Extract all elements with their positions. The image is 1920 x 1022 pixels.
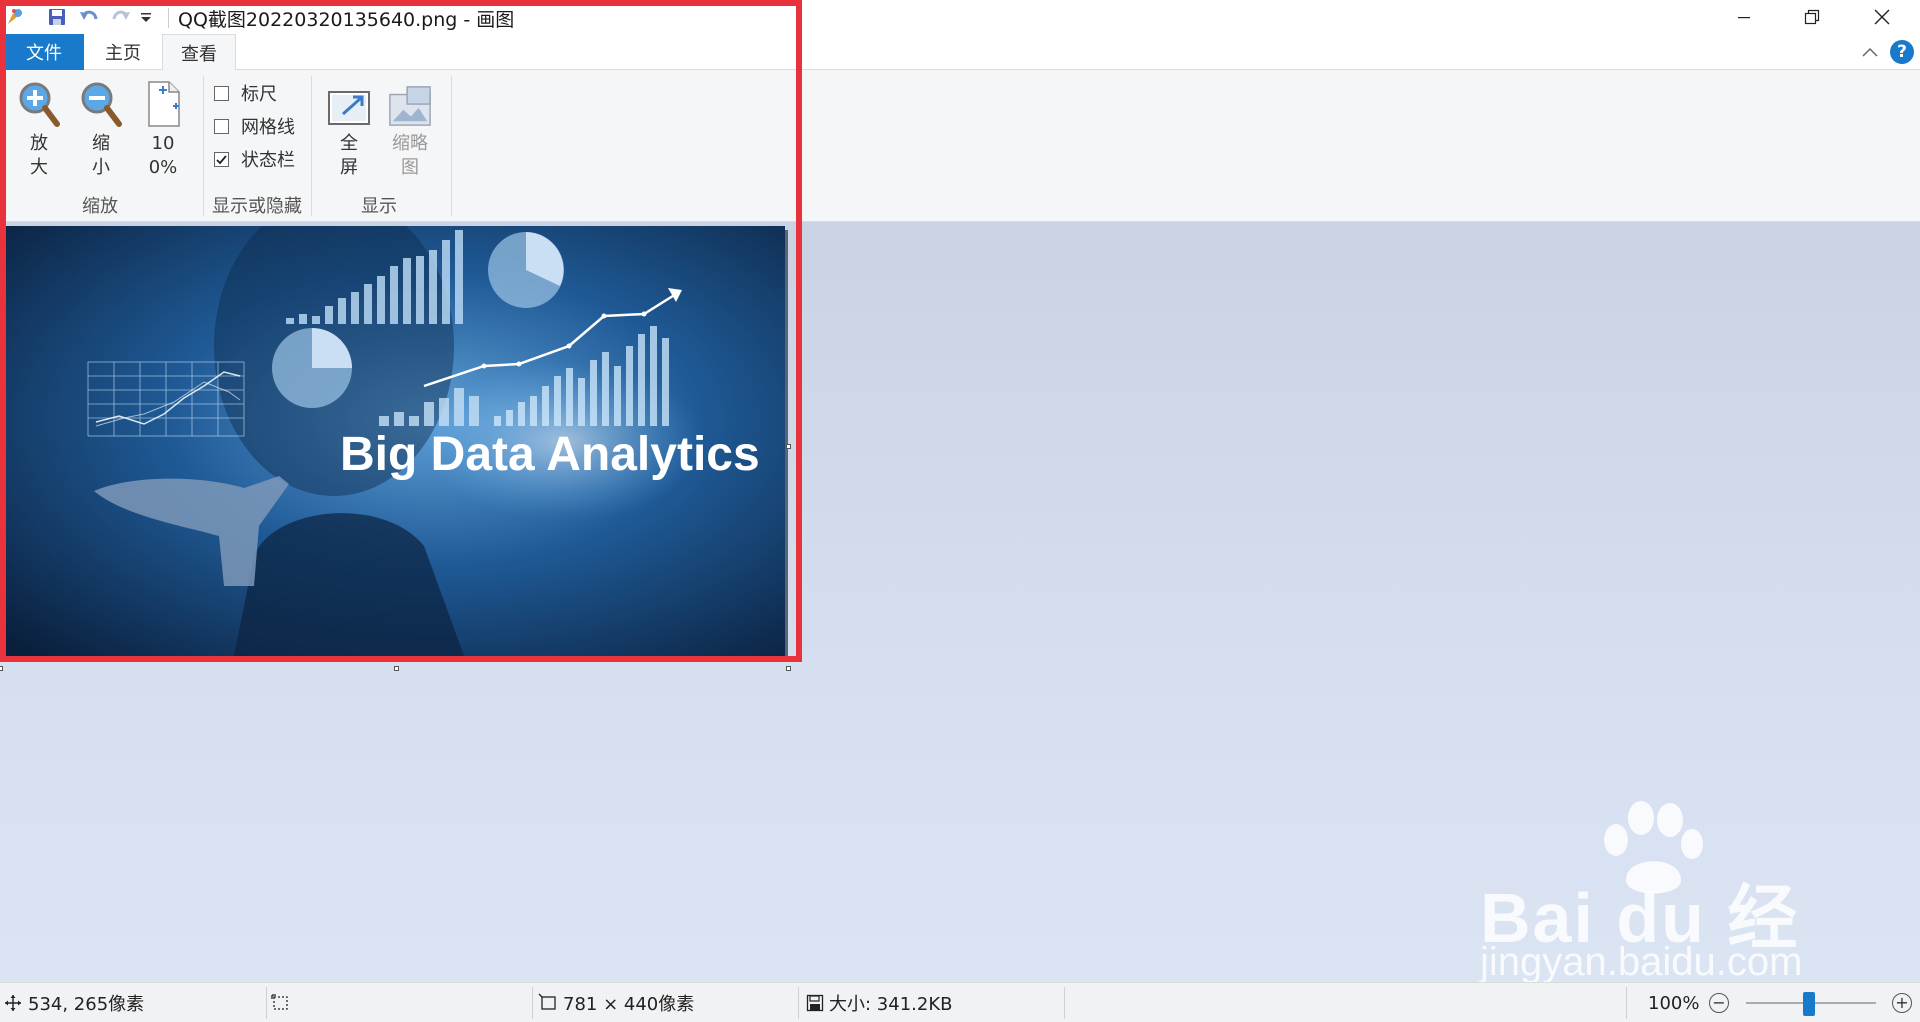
file-size-text: 大小: 341.2KB [829, 994, 953, 1015]
redo-icon[interactable] [108, 5, 134, 29]
zoom-in-button[interactable]: 放大 [12, 78, 66, 188]
ribbon-tabs: 文件 主页 查看 ? [0, 34, 1920, 71]
image-dimensions-text: 781 × 440像素 [563, 994, 695, 1015]
big-data-image: Big Data Analytics [4, 226, 785, 656]
statusbar-label: 状态栏 [241, 150, 295, 171]
window-title: QQ截图20220320135640.png - 画图 [178, 9, 515, 31]
cursor-position: 534, 265像素 [4, 983, 144, 1022]
resize-handle-corner[interactable] [786, 666, 791, 671]
title-bar: QQ截图20220320135640.png - 画图 [0, 0, 1920, 34]
display-group-label: 显示 [361, 196, 397, 217]
tab-file[interactable]: 文件 [4, 34, 84, 70]
zoom-in-label: 放大 [30, 133, 48, 178]
statusbar-checkbox-row[interactable]: 状态栏 [214, 146, 295, 172]
fullscreen-button[interactable]: 全屏 [322, 78, 376, 188]
zoom-out-label: 缩小 [92, 133, 110, 178]
zoom-100-label: 100% [148, 133, 178, 178]
collapse-ribbon-icon[interactable] [1858, 40, 1882, 64]
status-separator [532, 987, 533, 1019]
ruler-checkbox[interactable] [214, 85, 229, 101]
group-separator [451, 76, 452, 216]
checkmark-icon [216, 154, 227, 164]
ribbon-panel: 放大 缩小 100% 缩放 标尺 网格线 状态栏 显示或隐藏 全屏 缩略图 显示 [0, 70, 1920, 222]
tab-home[interactable]: 主页 [84, 34, 162, 70]
paint-app-icon[interactable] [2, 5, 28, 29]
restore-button[interactable] [1778, 0, 1846, 34]
zoom-out-button[interactable]: 缩小 [74, 78, 128, 188]
gridlines-checkbox-row[interactable]: 网格线 [214, 113, 295, 139]
zoom-in-icon [17, 78, 61, 128]
status-separator [266, 987, 267, 1019]
zoom-out-icon [79, 78, 123, 128]
thumbnail-label: 缩略图 [392, 133, 428, 178]
disk-icon [806, 994, 824, 1012]
status-separator [1064, 987, 1065, 1019]
selection-size [270, 983, 290, 1022]
status-separator [1626, 987, 1627, 1019]
fullscreen-label: 全屏 [340, 133, 358, 178]
show-hide-group-label: 显示或隐藏 [212, 196, 302, 217]
zoom-out-small-button[interactable]: − [1709, 993, 1729, 1013]
canvas-size-icon [538, 993, 556, 1010]
ruler-label: 标尺 [241, 84, 277, 105]
zoom-group-label: 缩放 [82, 196, 118, 217]
canvas-workspace[interactable]: Big Data Analytics [0, 222, 1920, 982]
fullscreen-icon [327, 78, 371, 128]
thumbnail-button[interactable]: 缩略图 [383, 78, 437, 188]
resize-handle-right[interactable] [786, 444, 791, 449]
tab-view[interactable]: 查看 [162, 34, 236, 71]
save-icon[interactable] [44, 5, 70, 29]
selection-icon [271, 994, 288, 1010]
group-separator [311, 76, 312, 216]
minimize-button[interactable] [1710, 0, 1778, 34]
image-caption: Big Data Analytics [340, 428, 760, 481]
help-icon[interactable]: ? [1890, 40, 1914, 64]
statusbar-checkbox[interactable] [214, 151, 229, 167]
gridlines-checkbox[interactable] [214, 118, 229, 134]
page-100-icon [141, 78, 185, 128]
zoom-slider-thumb[interactable] [1803, 992, 1815, 1016]
zoom-in-small-button[interactable]: + [1892, 993, 1912, 1013]
close-button[interactable] [1848, 0, 1916, 34]
status-bar: 534, 265像素 781 × 440像素 大小: 341.2KB 100% … [0, 982, 1920, 1022]
title-divider [168, 8, 169, 28]
ruler-checkbox-row[interactable]: 标尺 [214, 80, 277, 106]
thumbnail-icon [388, 78, 432, 128]
resize-handle-bottom-left[interactable] [0, 666, 3, 671]
status-separator [798, 987, 799, 1019]
gridlines-label: 网格线 [241, 117, 295, 138]
customize-quick-access-icon[interactable] [136, 5, 156, 29]
zoom-100-button[interactable]: 100% [136, 78, 190, 188]
resize-handle-bottom[interactable] [394, 666, 399, 671]
group-separator [203, 76, 204, 216]
canvas-image[interactable]: Big Data Analytics [4, 226, 785, 656]
image-dimensions: 781 × 440像素 [538, 983, 694, 1022]
zoom-level: 100% [1648, 992, 1700, 1014]
move-cursor-icon [5, 995, 21, 1011]
file-size: 大小: 341.2KB [806, 983, 952, 1022]
cursor-position-text: 534, 265像素 [28, 994, 145, 1015]
undo-icon[interactable] [76, 5, 102, 29]
